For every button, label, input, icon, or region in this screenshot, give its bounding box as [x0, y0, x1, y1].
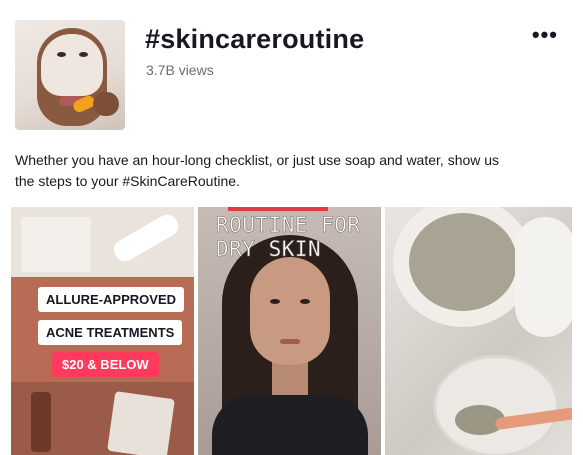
hashtag-description: Whether you have an hour-long checklist,… — [15, 152, 500, 189]
video-thumbnail-3[interactable] — [385, 207, 572, 455]
more-options-icon[interactable]: ••• — [532, 22, 558, 48]
hashtag-header: #skincareroutine 3.7B views ••• — [15, 20, 568, 130]
video-thumbnail-2[interactable]: ROUTINE FOR DRY SKIN — [198, 207, 381, 455]
thumbnail-caption-line-2: ACNE TREATMENTS — [38, 320, 183, 345]
video-thumbnail-1[interactable]: ALLURE-APPROVED ACNE TREATMENTS $20 & BE… — [11, 207, 194, 455]
thumbnail-caption-line-1: ALLURE-APPROVED — [38, 287, 185, 312]
price-badge: $20 & BELOW — [52, 352, 159, 377]
hashtag-title: #skincareroutine — [145, 24, 365, 54]
thumbnail-overlay-line-2: DRY SKIN — [216, 237, 322, 262]
video-grid: ALLURE-APPROVED ACNE TREATMENTS $20 & BE… — [11, 207, 572, 455]
views-count: 3.7B views — [146, 62, 214, 78]
hashtag-cover-image — [15, 20, 125, 130]
thumbnail-overlay-line-1: ROUTINE FOR — [216, 213, 361, 238]
